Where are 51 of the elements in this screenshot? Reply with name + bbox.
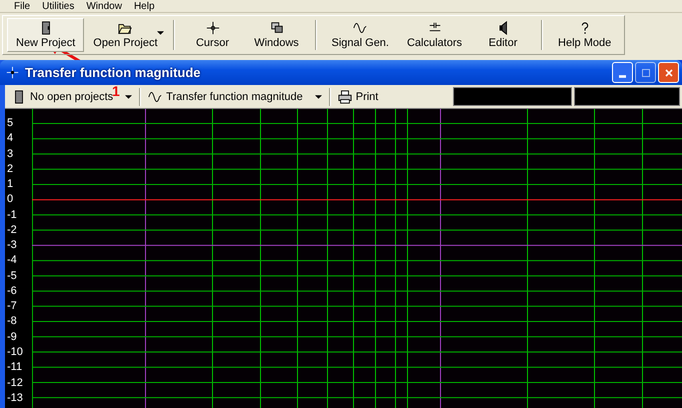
menu-item[interactable]: Help — [134, 1, 155, 12]
menu-item[interactable]: Utilities — [42, 1, 74, 12]
axis-label: 1 — [6, 177, 14, 192]
sine-wave-icon — [353, 21, 368, 35]
folder-icon — [118, 21, 132, 35]
axis-label: -5 — [6, 268, 18, 284]
crosshair-icon — [6, 66, 19, 79]
axis-label: -8 — [6, 314, 18, 330]
axis-label: -7 — [6, 299, 18, 314]
axis-label: 4 — [6, 131, 14, 146]
close-icon — [664, 68, 674, 78]
maximize-icon — [640, 68, 650, 78]
axis-label: 5 — [6, 116, 14, 131]
window-title: Transfer function magnitude — [25, 65, 201, 80]
toolbar-button[interactable]: Signal Gen. — [322, 18, 398, 52]
axis-label: -4 — [6, 253, 18, 268]
dropdown-arrow-icon — [125, 94, 132, 98]
toolbar-button[interactable]: Cursor — [180, 18, 244, 52]
windows-icon — [270, 21, 284, 35]
dropdown-arrow-icon — [314, 94, 322, 98]
axis-label: -6 — [6, 284, 18, 299]
axis-label: 2 — [6, 162, 14, 177]
menu-item[interactable]: File — [14, 1, 30, 12]
toolbar-button[interactable]: Open Project — [84, 18, 166, 52]
minimize-icon — [619, 75, 626, 78]
close-button[interactable] — [658, 62, 679, 83]
axis-label: -10 — [6, 344, 24, 360]
minimize-button[interactable] — [612, 62, 633, 83]
axis-label: -1 — [6, 208, 18, 223]
maximize-button[interactable] — [635, 62, 656, 83]
sine-wave-icon — [148, 90, 162, 104]
toolbar-button[interactable]: New Project — [7, 18, 84, 52]
axis-label: 3 — [6, 146, 14, 162]
document-icon — [12, 90, 26, 104]
axis-label: -3 — [6, 238, 18, 254]
toolbar-button[interactable]: Help Mode — [549, 18, 620, 52]
axis-label: -2 — [6, 222, 18, 238]
axis-label: 0 — [6, 192, 14, 208]
axis-label: -13 — [6, 390, 24, 406]
toolbar-button[interactable]: Windows — [244, 18, 308, 52]
printer-icon — [338, 90, 352, 104]
crosshair-icon — [206, 21, 220, 35]
axis-label: -11 — [6, 360, 24, 376]
view-dropdown[interactable]: Transfer function magnitude — [144, 90, 326, 104]
toolbar-button[interactable]: Calculators — [398, 18, 472, 52]
toolbar-button[interactable]: Editor — [471, 18, 536, 52]
annotation-number: 1 — [112, 84, 120, 98]
print-button[interactable]: Print — [334, 90, 382, 104]
axis-label: -9 — [6, 330, 18, 345]
menu-item[interactable]: Window — [86, 1, 122, 12]
axis-label: -12 — [6, 376, 24, 391]
